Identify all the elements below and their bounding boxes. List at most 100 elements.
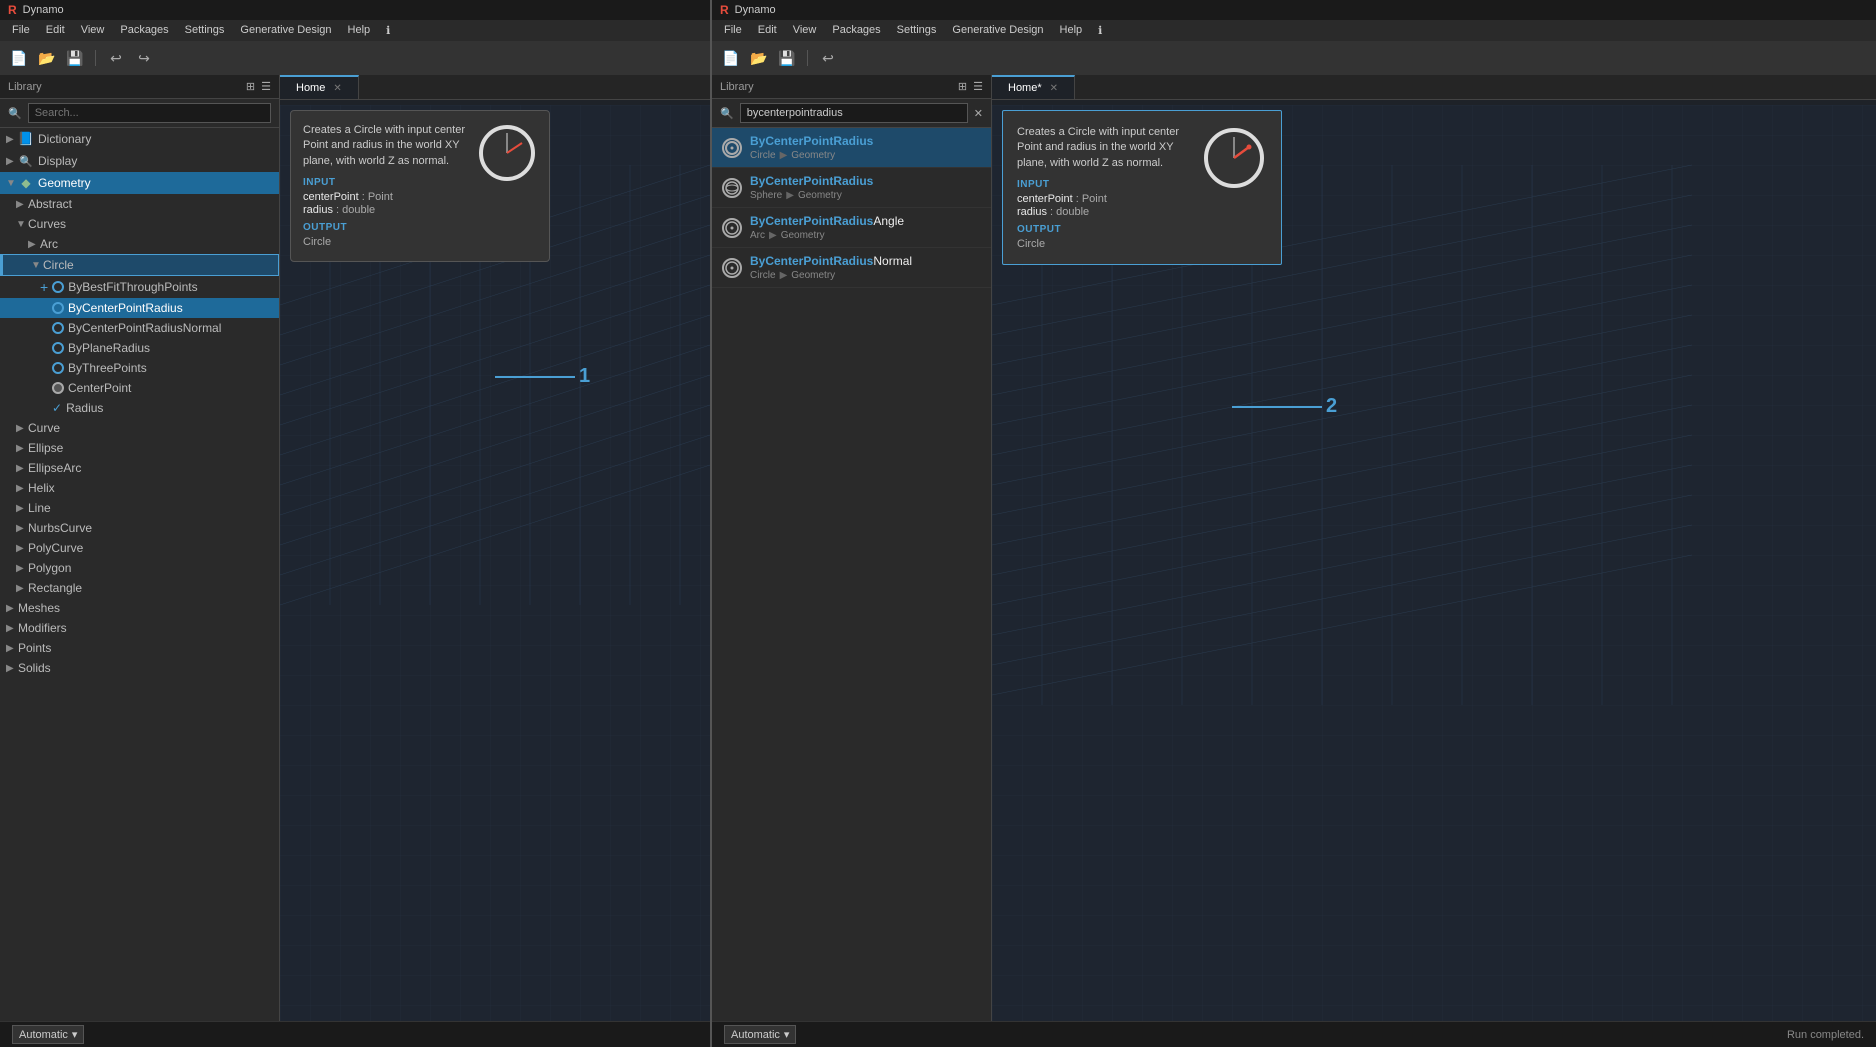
right-tab-close[interactable]: ✕ bbox=[1050, 83, 1058, 94]
tree-item-bycenterpointradiusnormal[interactable]: ByCenterPointRadiusNormal bbox=[0, 318, 279, 338]
left-title-bar: R Dynamo bbox=[0, 0, 710, 20]
tree-item-arc[interactable]: ▶ Arc bbox=[0, 234, 279, 254]
expand-polycurve: ▶ bbox=[16, 543, 28, 554]
left-library-tree: ▶ 📘 Dictionary ▶ 🔍 Display ▼ ◆ Geome bbox=[0, 128, 279, 1021]
left-search-input[interactable] bbox=[28, 103, 271, 123]
tree-item-polygon[interactable]: ▶ Polygon bbox=[0, 558, 279, 578]
right-toolbar-open[interactable]: 📂 bbox=[748, 47, 770, 69]
detail-output-value: Circle bbox=[1017, 238, 1187, 250]
right-menu-settings[interactable]: Settings bbox=[889, 22, 945, 39]
menu-settings[interactable]: Settings bbox=[177, 22, 233, 39]
right-tab-label: Home* bbox=[1008, 82, 1042, 94]
tooltip-param-centerpoint: centerPoint : Point bbox=[303, 191, 467, 203]
search-result-1[interactable]: ByCenterPointRadius Circle ▶ Geometry bbox=[712, 128, 991, 168]
right-lib-filter[interactable]: ⊞ bbox=[958, 80, 967, 93]
tree-item-bythreepoints[interactable]: ByThreePoints bbox=[0, 358, 279, 378]
right-menu-generative[interactable]: Generative Design bbox=[944, 22, 1051, 39]
right-tab-bar: Home* ✕ bbox=[992, 75, 1876, 100]
menu-help[interactable]: Help bbox=[340, 22, 379, 39]
menu-edit[interactable]: Edit bbox=[38, 22, 73, 39]
tree-item-curves[interactable]: ▼ Curves bbox=[0, 214, 279, 234]
tree-item-points[interactable]: ▶ Points bbox=[0, 638, 279, 658]
right-search-box: 🔍 ✕ bbox=[712, 99, 991, 128]
tree-item-circle[interactable]: ▼ Circle bbox=[0, 254, 279, 276]
right-menu-file[interactable]: File bbox=[716, 22, 750, 39]
right-menu-packages[interactable]: Packages bbox=[824, 22, 888, 39]
menu-file[interactable]: File bbox=[4, 22, 38, 39]
result-1-text: ByCenterPointRadius Circle ▶ Geometry bbox=[750, 134, 873, 161]
toolbar-sep1 bbox=[95, 50, 96, 66]
tree-item-geometry[interactable]: ▼ ◆ Geometry bbox=[0, 172, 279, 194]
expand-display: ▶ bbox=[6, 156, 18, 167]
tree-item-byplaneradius[interactable]: ByPlaneRadius bbox=[0, 338, 279, 358]
left-lib-filter[interactable]: ⊞ bbox=[246, 80, 255, 93]
result-2-meta: Sphere ▶ Geometry bbox=[750, 190, 873, 201]
right-run-selector[interactable]: Automatic ▾ bbox=[724, 1025, 796, 1044]
tree-item-solids[interactable]: ▶ Solids bbox=[0, 658, 279, 678]
menu-info[interactable]: ℹ bbox=[378, 22, 398, 39]
right-toolbar-new[interactable]: 📄 bbox=[720, 47, 742, 69]
tree-item-polycurve[interactable]: ▶ PolyCurve bbox=[0, 538, 279, 558]
result-1-circle-icon bbox=[724, 140, 740, 156]
tree-item-curve[interactable]: ▶ Curve bbox=[0, 418, 279, 438]
left-run-selector[interactable]: Automatic ▾ bbox=[12, 1025, 84, 1044]
toolbar-undo[interactable]: ↩ bbox=[105, 47, 127, 69]
tree-item-modifiers[interactable]: ▶ Modifiers bbox=[0, 618, 279, 638]
tree-item-radius[interactable]: ✓ Radius bbox=[0, 398, 279, 418]
result-2-arrow: ▶ bbox=[786, 190, 794, 201]
toolbar-open[interactable]: 📂 bbox=[36, 47, 58, 69]
tree-item-display[interactable]: ▶ 🔍 Display bbox=[0, 150, 279, 172]
tree-item-rectangle[interactable]: ▶ Rectangle bbox=[0, 578, 279, 598]
menu-packages[interactable]: Packages bbox=[112, 22, 176, 39]
tree-label-bycenterpointradius: ByCenterPointRadius bbox=[68, 301, 183, 315]
annotation-1-line bbox=[495, 376, 575, 378]
tooltip-output-label: OUTPUT bbox=[303, 222, 467, 233]
tree-item-ellipse[interactable]: ▶ Ellipse bbox=[0, 438, 279, 458]
tooltip-clock bbox=[477, 123, 537, 183]
right-workspace: Home* ✕ bbox=[992, 75, 1876, 1021]
right-menu-info[interactable]: ℹ bbox=[1090, 22, 1110, 39]
left-tab-home[interactable]: Home ✕ bbox=[280, 75, 359, 99]
right-lib-list[interactable]: ☰ bbox=[973, 80, 983, 93]
right-toolbar-sep1 bbox=[807, 50, 808, 66]
right-search-input[interactable] bbox=[740, 103, 968, 123]
tree-label-curve: Curve bbox=[28, 421, 60, 435]
right-search-results: ByCenterPointRadius Circle ▶ Geometry bbox=[712, 128, 991, 1021]
search-result-3[interactable]: ByCenterPointRadiusAngle Arc ▶ Geometry bbox=[712, 208, 991, 248]
annotation-2-line bbox=[1232, 406, 1322, 408]
result-2-cat2: Geometry bbox=[798, 190, 842, 201]
tree-item-dictionary[interactable]: ▶ 📘 Dictionary bbox=[0, 128, 279, 150]
left-lib-list[interactable]: ☰ bbox=[261, 80, 271, 93]
tree-item-ellipsearc[interactable]: ▶ EllipseArc bbox=[0, 458, 279, 478]
right-toolbar-save[interactable]: 💾 bbox=[776, 47, 798, 69]
tree-label-polycurve: PolyCurve bbox=[28, 541, 83, 555]
right-tab-home[interactable]: Home* ✕ bbox=[992, 75, 1075, 99]
tree-item-helix[interactable]: ▶ Helix bbox=[0, 478, 279, 498]
toolbar-new[interactable]: 📄 bbox=[8, 47, 30, 69]
tree-item-bycenterpointradius[interactable]: ByCenterPointRadius bbox=[0, 298, 279, 318]
tree-item-meshes[interactable]: ▶ Meshes bbox=[0, 598, 279, 618]
search-result-2[interactable]: ByCenterPointRadius Sphere ▶ Geometry bbox=[712, 168, 991, 208]
search-result-4[interactable]: ByCenterPointRadiusNormal Circle ▶ Geome… bbox=[712, 248, 991, 288]
tree-item-bybestfit[interactable]: + ByBestFitThroughPoints bbox=[0, 276, 279, 298]
right-menu-help[interactable]: Help bbox=[1052, 22, 1091, 39]
tree-item-nurbscurve[interactable]: ▶ NurbsCurve bbox=[0, 518, 279, 538]
right-menu-edit[interactable]: Edit bbox=[750, 22, 785, 39]
tree-item-abstract[interactable]: ▶ Abstract bbox=[0, 194, 279, 214]
left-toolbar: 📄 📂 💾 ↩ ↪ bbox=[0, 41, 710, 75]
toolbar-save[interactable]: 💾 bbox=[64, 47, 86, 69]
menu-generative[interactable]: Generative Design bbox=[232, 22, 339, 39]
tree-item-line[interactable]: ▶ Line bbox=[0, 498, 279, 518]
menu-view[interactable]: View bbox=[73, 22, 113, 39]
toolbar-redo[interactable]: ↪ bbox=[133, 47, 155, 69]
left-tab-close[interactable]: ✕ bbox=[333, 83, 341, 94]
tree-label-bythreepoints: ByThreePoints bbox=[68, 361, 147, 375]
tree-label-line: Line bbox=[28, 501, 51, 515]
result-3-icon bbox=[722, 218, 742, 238]
right-menu-view[interactable]: View bbox=[785, 22, 825, 39]
right-toolbar-undo[interactable]: ↩ bbox=[817, 47, 839, 69]
left-search-box: 🔍 bbox=[0, 99, 279, 128]
right-search-clear[interactable]: ✕ bbox=[974, 107, 983, 120]
tree-item-centerpoint[interactable]: CenterPoint bbox=[0, 378, 279, 398]
tooltip-content: Creates a Circle with input center Point… bbox=[303, 123, 537, 248]
